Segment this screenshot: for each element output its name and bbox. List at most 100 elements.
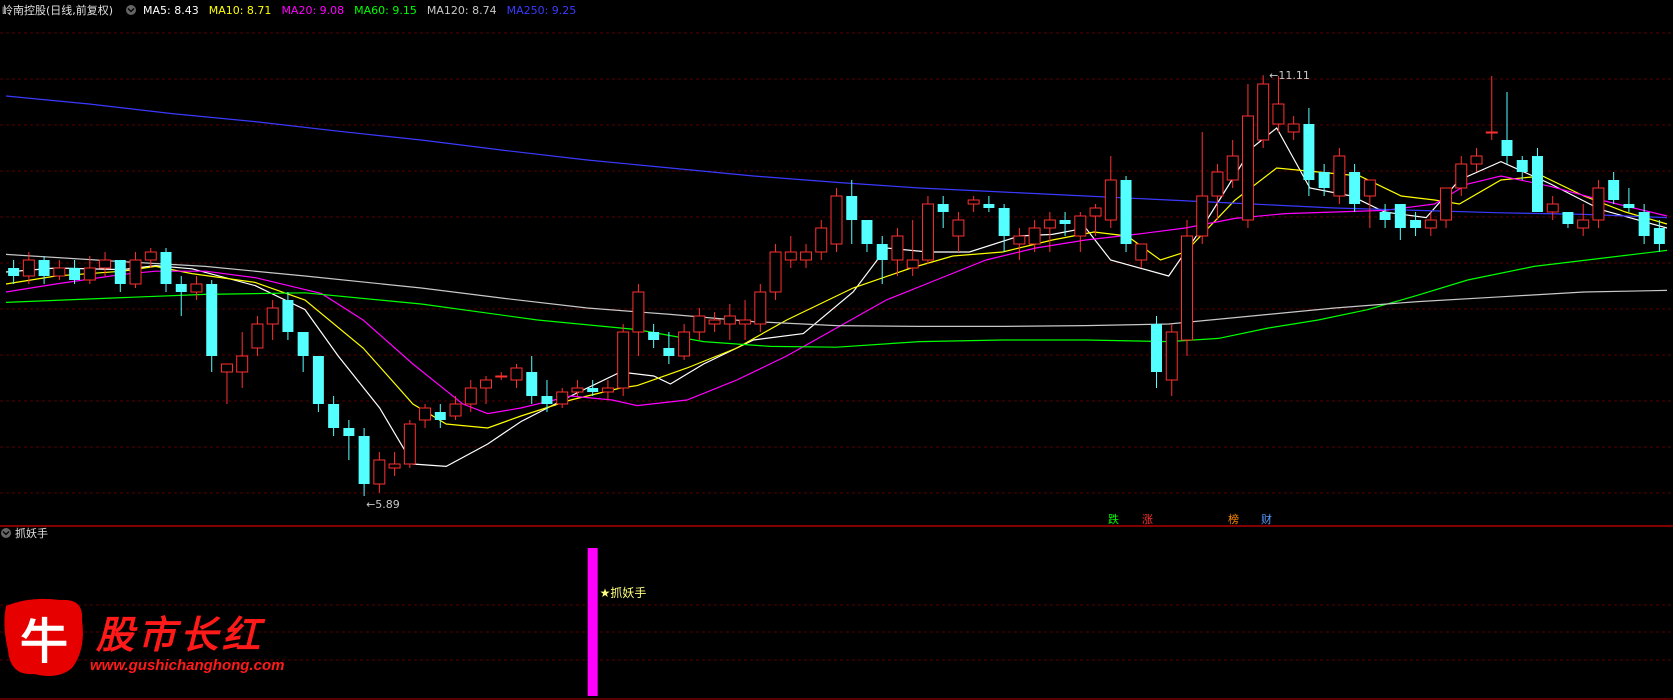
candle [1013, 228, 1026, 260]
candle-body [1638, 212, 1650, 236]
candle-body [693, 315, 706, 333]
annotations: ←11.11 ←5.89 [366, 69, 1310, 511]
event-marker-zhang[interactable]: 涨 [1142, 513, 1153, 526]
candle-body [1226, 155, 1239, 181]
candle-body [1318, 172, 1330, 188]
ma-legend-item: MA120: 8.74 [427, 4, 497, 17]
candle [678, 324, 691, 360]
candle [1470, 148, 1483, 172]
indicator-settings-icon[interactable] [1, 528, 11, 538]
candle-body [38, 260, 50, 276]
candle [708, 312, 721, 332]
candle [358, 428, 370, 496]
watermark-url: www.gushichanghong.com [90, 657, 284, 674]
event-markers: 跌 涨 榜 财 [1108, 512, 1272, 526]
candle-body [388, 463, 401, 469]
candle-body [1440, 187, 1453, 221]
candle-body [1455, 163, 1468, 189]
candle-body [1211, 171, 1224, 197]
candle-body [541, 396, 553, 404]
candle [1531, 148, 1543, 212]
candle-body [1394, 204, 1406, 228]
candle [403, 420, 416, 468]
candle [1562, 212, 1574, 228]
candle [769, 244, 782, 300]
candle-body [587, 388, 599, 392]
indicator-title: 抓妖手 [15, 526, 48, 540]
candle-body [1333, 155, 1346, 197]
candle [921, 196, 934, 264]
candle-body [1241, 115, 1254, 221]
candle [1440, 187, 1453, 228]
candle-body [1623, 204, 1635, 208]
candle-body [1028, 227, 1041, 245]
candle-body [144, 251, 157, 261]
ma-legend-item: MA60: 9.15 [354, 4, 417, 17]
candle-body [556, 391, 569, 405]
candle [510, 364, 523, 388]
candle-body [1074, 215, 1087, 237]
candle [1074, 212, 1087, 252]
candle [663, 332, 675, 364]
candle [38, 256, 50, 284]
candle [1516, 156, 1528, 180]
candle-body [1577, 219, 1590, 229]
candle [1608, 172, 1620, 204]
candle [251, 316, 264, 356]
candle [1333, 148, 1346, 204]
candle-body [1592, 187, 1605, 221]
candle [1135, 243, 1148, 268]
signal-label: ★抓妖手 [600, 586, 647, 600]
candle [1165, 324, 1178, 396]
kline-chart[interactable]: ←11.11 ←5.89 岭南控股(日线,前复权) MA5: 8.43 MA10: … [0, 0, 1673, 700]
candle-body [190, 283, 203, 293]
moving-average-lines [5, 95, 1668, 468]
event-marker-bang[interactable]: 榜 [1228, 512, 1239, 526]
candle-body [983, 204, 995, 208]
candle [464, 380, 477, 412]
candle-body [53, 267, 66, 277]
candle-body [1424, 219, 1437, 229]
candle [1226, 140, 1239, 188]
candle [601, 380, 614, 400]
candle-body [1272, 103, 1285, 125]
candle [129, 252, 142, 288]
candle-body [876, 244, 888, 260]
candle-body [1349, 172, 1361, 204]
candle-body [1546, 203, 1559, 213]
ma-settings-icon[interactable] [126, 5, 136, 15]
event-marker-cai[interactable]: 财 [1261, 512, 1272, 526]
candle-body [206, 284, 218, 356]
candles [8, 75, 1665, 496]
candle [952, 212, 965, 252]
candle-body [1562, 212, 1574, 224]
candle-body [1257, 83, 1270, 141]
candle [967, 196, 980, 212]
candle-body [861, 220, 873, 244]
candle-body [739, 319, 752, 325]
candle-body [403, 423, 416, 465]
event-marker-die[interactable]: 跌 [1108, 512, 1119, 526]
candle [449, 396, 462, 420]
candle-body [967, 199, 980, 205]
candle [144, 248, 157, 268]
candle-body [663, 348, 675, 356]
candle-body [99, 259, 112, 269]
candle-body [312, 356, 324, 404]
candle [1104, 156, 1117, 228]
candle-body [526, 372, 538, 396]
candle-body [343, 428, 355, 436]
candle [1181, 220, 1193, 356]
candle-body [723, 315, 736, 325]
candle-body [449, 403, 462, 417]
candle [800, 244, 813, 268]
candle-body [8, 268, 20, 276]
candle [328, 396, 340, 436]
candle-body [22, 259, 35, 277]
candle [343, 420, 355, 460]
candle-body [69, 268, 81, 280]
candle [1546, 196, 1559, 220]
candle [1592, 180, 1605, 228]
indicator-panel [587, 548, 598, 696]
candle [373, 452, 386, 493]
